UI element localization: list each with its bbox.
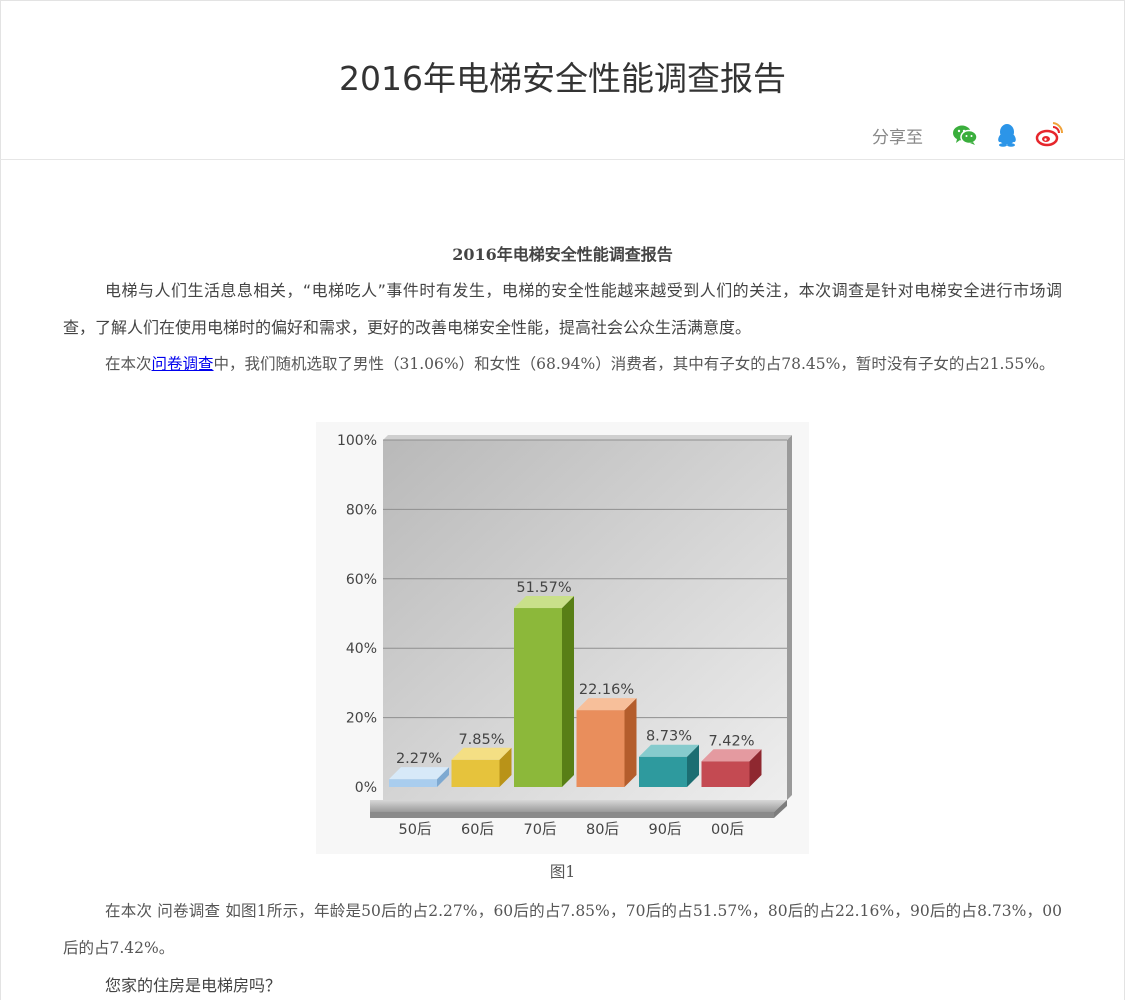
weibo-icon[interactable]	[1035, 121, 1064, 149]
intro-paragraph: 电梯与人们生活息息相关，“电梯吃人”事件时有发生，电梯的安全性能越来越受到人们的…	[63, 281, 1062, 337]
bar	[576, 698, 637, 787]
figure-caption: 图1	[549, 863, 576, 881]
bar-value-label: 8.73%	[646, 729, 692, 745]
bar	[514, 596, 574, 787]
y-tick-label: 100%	[337, 433, 377, 449]
age-paragraph-wrap: 在本次 问卷调查 如图1所示，年龄是50后的占2.27%，60后的占7.85%，…	[63, 893, 1062, 1000]
y-tick-label: 60%	[346, 572, 377, 588]
article-heading: 2016年电梯安全性能调查报告	[452, 245, 673, 264]
bar-value-label: 7.42%	[708, 733, 754, 749]
bar-front	[701, 761, 750, 787]
age-bar-chart: 0% 20% 40% 60% 80% 100% 2.27% 7.85% 51.57% 22.16…	[316, 422, 809, 854]
bar-front	[514, 608, 562, 787]
bar	[639, 744, 699, 787]
wechat-icon[interactable]	[951, 121, 979, 149]
bar-value-label: 7.85%	[458, 732, 504, 748]
bar-value-label: 2.27%	[396, 751, 442, 767]
share-label: 分享至	[872, 127, 923, 148]
y-tick-label: 0%	[355, 780, 377, 796]
share-bar: 分享至	[872, 120, 1064, 150]
bar	[451, 747, 512, 787]
survey-link[interactable]: 问卷调查	[152, 355, 214, 373]
qq-icon[interactable]	[993, 121, 1021, 149]
bar-front	[639, 756, 687, 787]
survey-text-post: 中，我们随机选取了男性（31.06%）和女性（68.94%）消费者，其中有子女的…	[213, 355, 1055, 373]
y-tick-label: 40%	[346, 641, 377, 657]
page-title: 2016年电梯安全性能调查报告	[339, 59, 786, 98]
y-tick-label: 80%	[346, 502, 377, 518]
x-tick-label: 70后	[524, 821, 557, 838]
y-tick-label: 20%	[346, 711, 377, 727]
article-body: 2016年电梯安全性能调查报告 电梯与人们生活息息相关，“电梯吃人”事件时有发生…	[63, 240, 1062, 383]
survey-paragraph: 在本次问卷调查中，我们随机选取了男性（31.06%）和女性（68.94%）消费者…	[63, 346, 1062, 383]
bar	[701, 749, 762, 787]
x-tick-label: 90后	[649, 821, 682, 838]
x-tick-label: 80后	[586, 821, 619, 838]
bar-value-label: 22.16%	[579, 682, 634, 698]
x-tick-label: 60后	[461, 821, 494, 838]
age-paragraph: 在本次 问卷调查 如图1所示，年龄是50后的占2.27%，60后的占7.85%，…	[63, 902, 1062, 957]
x-tick-label: 50后	[399, 821, 432, 838]
bar-front	[389, 779, 437, 787]
bar-front	[576, 710, 625, 787]
page-header: 2016年电梯安全性能调查报告 分享至	[0, 0, 1125, 160]
chart-svg: 0% 20% 40% 60% 80% 100% 2.27% 7.85% 51.57% 22.16…	[316, 422, 809, 854]
bar-side	[624, 698, 637, 787]
bar-side	[562, 596, 574, 787]
bar-value-label: 51.57%	[516, 580, 571, 596]
bar-front	[451, 759, 500, 787]
housing-question: 您家的住房是电梯房吗？	[105, 976, 282, 995]
survey-text-pre: 在本次	[105, 355, 152, 373]
x-tick-label: 00后	[711, 821, 744, 838]
